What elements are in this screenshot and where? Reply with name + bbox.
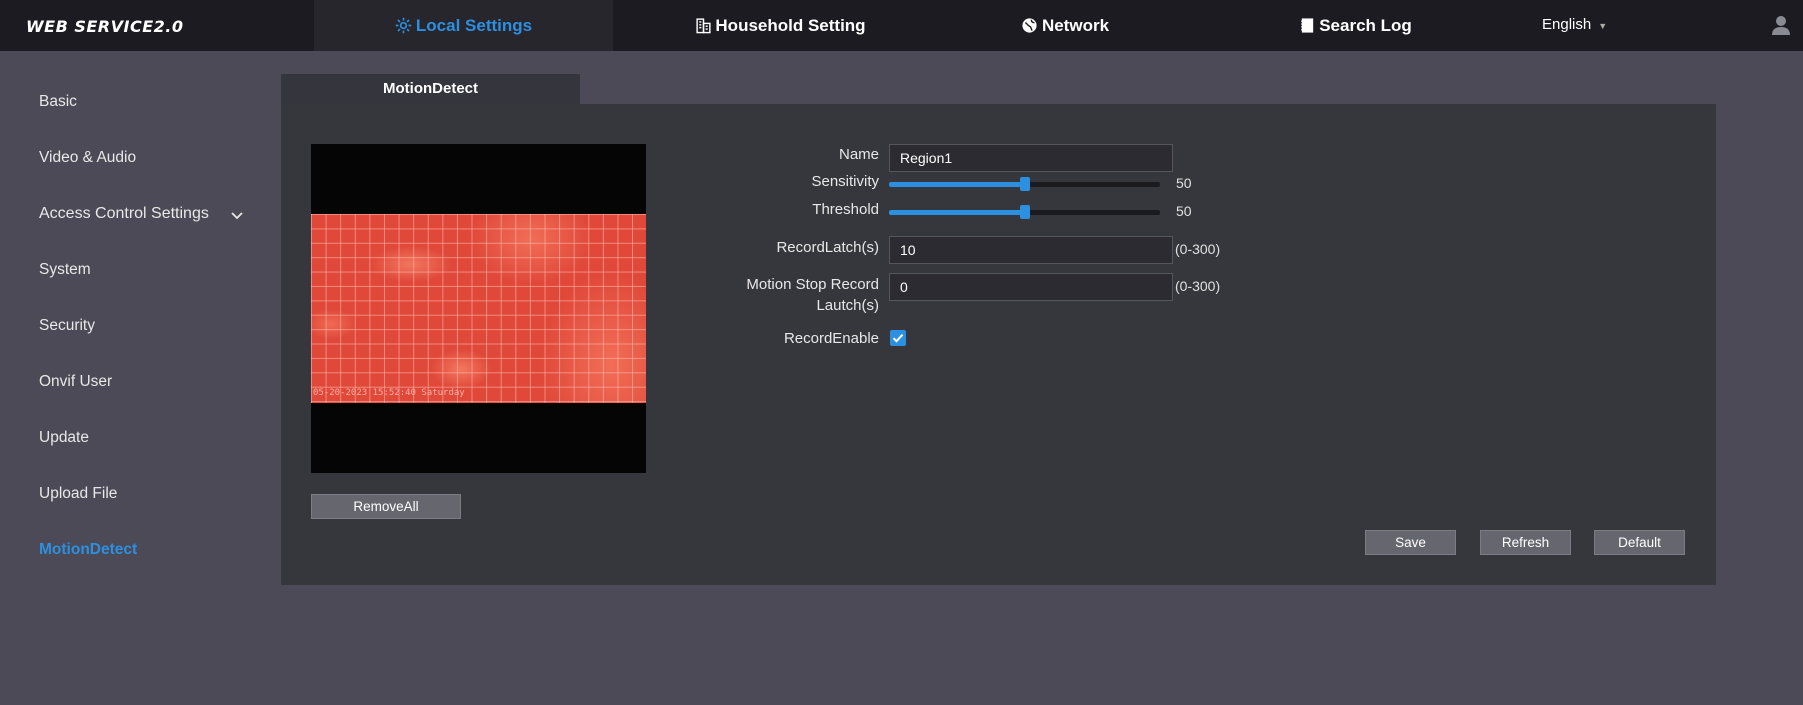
globe-icon [1021, 17, 1039, 35]
remove-all-button[interactable]: RemoveAll [311, 494, 461, 519]
nav-network[interactable]: Network [960, 0, 1170, 51]
name-input[interactable]: Region1 [889, 144, 1173, 172]
sidebar-item-motiondetect[interactable]: MotionDetect [39, 541, 137, 559]
motion-stop-record-range: (0-300) [1175, 278, 1221, 294]
user-icon[interactable] [1772, 15, 1790, 35]
threshold-label: Threshold [812, 201, 879, 218]
sidebar-item-upload-file[interactable]: Upload File [39, 485, 117, 503]
sidebar-item-video-audio[interactable]: Video & Audio [39, 149, 136, 167]
sidebar-item-system[interactable]: System [39, 261, 91, 279]
motion-stop-record-label-line1: Motion Stop Record [746, 276, 879, 293]
checkmark-icon [892, 334, 904, 343]
nav-network-label: Network [1041, 15, 1110, 35]
chevron-down-icon: ▼ [1598, 21, 1608, 31]
chevron-down-icon[interactable] [231, 207, 243, 220]
top-navigation-bar: WEB SERVICE2.0 Local Settings Household … [0, 0, 1803, 51]
sensitivity-label: Sensitivity [811, 173, 879, 190]
brand-logo: WEB SERVICE2.0 [26, 17, 184, 36]
threshold-value: 50 [1176, 203, 1192, 219]
gear-icon [395, 17, 413, 35]
sensitivity-slider[interactable] [889, 177, 1160, 191]
default-button[interactable]: Default [1594, 530, 1685, 555]
video-timestamp-overlay: 05-20-2023 15:52:40 Saturday [313, 388, 465, 398]
sidebar-item-security[interactable]: Security [39, 317, 95, 335]
nav-household-setting-label: Household Setting [715, 15, 866, 35]
threshold-slider-handle[interactable] [1019, 205, 1030, 219]
sidebar-item-update[interactable]: Update [39, 429, 89, 447]
building-icon [694, 17, 712, 35]
record-latch-input[interactable]: 10 [889, 236, 1173, 264]
language-select[interactable]: English ▼ [1542, 16, 1607, 33]
grid-lines [311, 214, 646, 403]
threshold-slider[interactable] [889, 205, 1160, 219]
sidebar-item-access-control-settings[interactable]: Access Control Settings [39, 205, 209, 223]
refresh-button[interactable]: Refresh [1480, 530, 1571, 555]
video-preview[interactable]: 05-20-2023 15:52:40 Saturday [311, 144, 646, 473]
record-enable-label: RecordEnable [783, 330, 879, 347]
save-button[interactable]: Save [1365, 530, 1456, 555]
motion-stop-record-label-line2: Lautch(s) [816, 297, 879, 314]
motion-detect-region-grid[interactable]: 05-20-2023 15:52:40 Saturday [311, 214, 646, 403]
nav-local-settings-label: Local Settings [415, 15, 533, 35]
nav-search-log[interactable]: Search Log [1240, 0, 1470, 51]
nav-search-log-label: Search Log [1319, 15, 1412, 35]
sensitivity-slider-handle[interactable] [1019, 177, 1030, 191]
record-enable-checkbox[interactable] [890, 330, 906, 346]
sensitivity-value: 50 [1176, 175, 1192, 191]
threshold-slider-fill [889, 210, 1025, 215]
tab-motiondetect[interactable]: MotionDetect [281, 74, 580, 104]
sidebar-item-onvif-user[interactable]: Onvif User [39, 373, 112, 391]
sensitivity-slider-fill [889, 182, 1025, 187]
language-value: English [1542, 16, 1592, 33]
name-label: Name [838, 146, 879, 163]
sidebar-item-basic[interactable]: Basic [39, 93, 77, 111]
record-latch-label: RecordLatch(s) [776, 239, 879, 256]
document-icon [1298, 17, 1316, 35]
nav-local-settings[interactable]: Local Settings [314, 0, 613, 51]
motion-stop-record-label: Motion Stop Record Lautch(s) [746, 274, 879, 316]
motion-stop-record-input[interactable]: 0 [889, 273, 1173, 301]
record-latch-range: (0-300) [1175, 241, 1221, 257]
nav-household-setting[interactable]: Household Setting [640, 0, 920, 51]
